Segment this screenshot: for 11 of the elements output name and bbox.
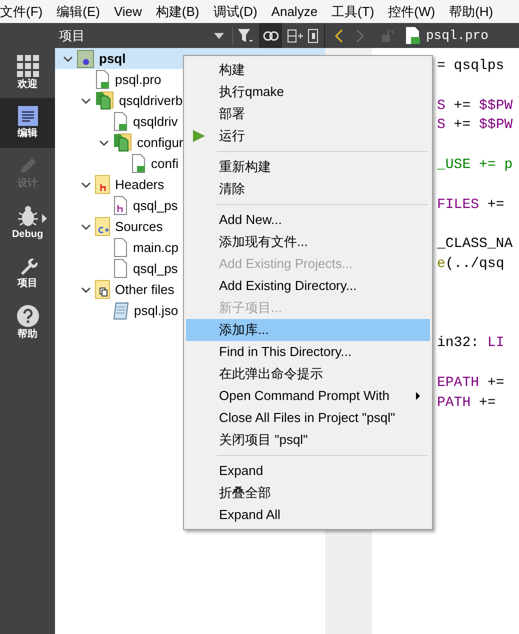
code-line: _CLASS_NA bbox=[437, 235, 514, 254]
code-line: = qsqlps bbox=[437, 57, 506, 76]
code-line: S += $$PW bbox=[437, 116, 514, 136]
code-line: FILES += bbox=[437, 196, 506, 215]
panel-title: 项目 bbox=[59, 26, 86, 45]
code-line: PATH += bbox=[437, 394, 497, 413]
code-line: S += $$PW bbox=[437, 96, 514, 116]
code-line: _USE += p bbox=[437, 156, 514, 175]
code-line: e(../qsq bbox=[437, 254, 506, 274]
code-line: in32: LI bbox=[437, 334, 506, 354]
code-line: EPATH += bbox=[437, 374, 506, 393]
